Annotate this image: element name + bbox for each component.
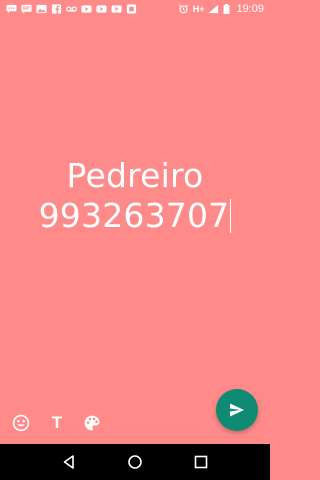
status-bar: H+ 19:09 bbox=[0, 0, 270, 18]
status-text-input[interactable]: Pedreiro 993263707 bbox=[0, 156, 270, 236]
recents-button[interactable] bbox=[190, 451, 212, 473]
send-button[interactable] bbox=[216, 389, 258, 431]
recents-icon bbox=[193, 454, 209, 470]
signal-icon bbox=[208, 4, 219, 14]
navigation-bar bbox=[0, 444, 270, 480]
alarm-icon bbox=[178, 4, 189, 14]
text-cursor bbox=[230, 199, 232, 233]
message-icon bbox=[21, 4, 32, 14]
notification-icons bbox=[6, 4, 178, 14]
emoji-icon bbox=[12, 414, 30, 432]
send-icon bbox=[229, 402, 245, 418]
back-button[interactable] bbox=[58, 451, 80, 473]
youtube-icon bbox=[111, 4, 122, 14]
emoji-button[interactable] bbox=[10, 412, 32, 434]
text-tool-label: T bbox=[51, 413, 63, 432]
app-icon bbox=[126, 4, 137, 14]
battery-icon bbox=[223, 4, 230, 14]
system-icons: H+ 19:09 bbox=[178, 3, 264, 15]
youtube-icon bbox=[81, 4, 92, 14]
status-text-line: 993263707 bbox=[0, 196, 270, 236]
text-style-button[interactable]: T bbox=[46, 412, 68, 434]
palette-icon bbox=[83, 414, 101, 432]
status-text-line: Pedreiro bbox=[66, 156, 204, 195]
back-icon bbox=[61, 454, 77, 470]
color-palette-button[interactable] bbox=[81, 412, 103, 434]
home-button[interactable] bbox=[124, 451, 146, 473]
home-icon bbox=[127, 454, 143, 470]
facebook-icon bbox=[51, 4, 62, 14]
image-icon bbox=[36, 4, 47, 14]
clock: 19:09 bbox=[236, 3, 264, 15]
youtube-icon bbox=[96, 4, 107, 14]
status-text-line-content: 993263707 bbox=[38, 196, 230, 235]
network-type-label: H+ bbox=[192, 4, 205, 14]
chat-icon bbox=[6, 4, 17, 14]
voicemail-icon bbox=[66, 4, 77, 14]
